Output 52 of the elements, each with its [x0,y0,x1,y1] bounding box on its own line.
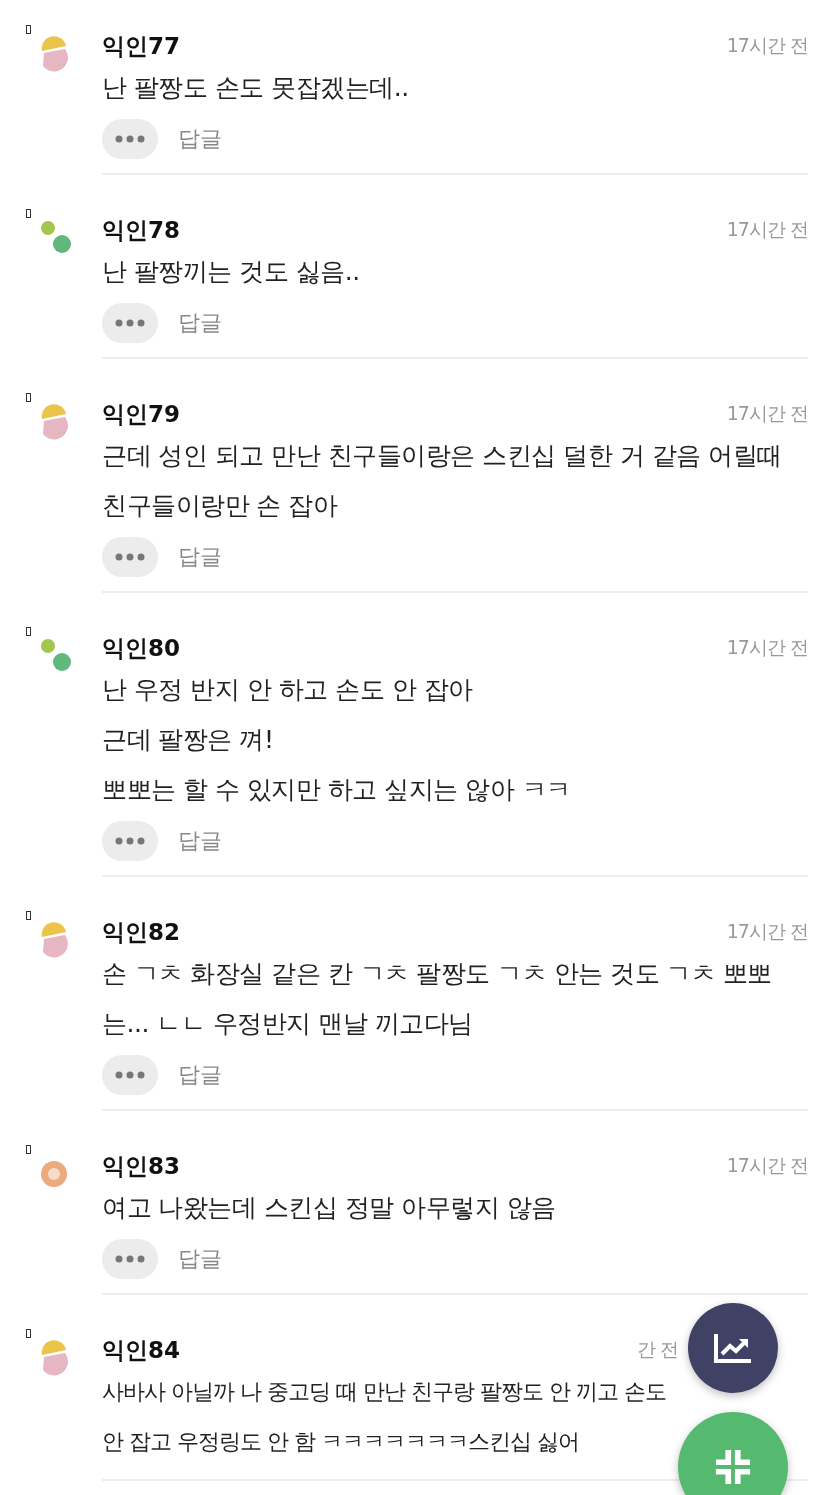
missing-glyph-icon [26,25,31,34]
timestamp: 17시간 전 [726,1153,808,1178]
author-name: 익인82 [102,917,180,947]
more-button[interactable] [102,1055,158,1095]
more-button[interactable] [102,821,158,861]
comment-text: 난 팔짱끼는 것도 싫음.. [102,256,361,288]
comment-text: 근데 팔짱은 껴! [102,724,275,756]
more-icon [114,837,146,845]
comment-text: 난 우정 반지 안 하고 손도 안 잡아 [102,674,474,706]
timestamp: 간 전 [636,1337,678,1362]
more-icon [114,319,146,327]
comment-text: 여고 나왔는데 스킨십 정말 아무렇지 않음 [102,1192,557,1224]
more-button[interactable] [102,119,158,159]
timestamp: 17시간 전 [726,217,808,242]
author-name: 익인78 [102,215,180,245]
collapse-icon [714,1448,752,1486]
timestamp: 17시간 전 [726,33,808,58]
missing-glyph-icon [26,209,31,218]
reply-link[interactable]: 답글 [178,124,222,154]
comment-text: 근데 성인 되고 만난 친구들이랑은 스킨십 덜한 거 같음 어릴때 친구들이랑만 손 잡아 [102,440,783,522]
author-name: 익인77 [102,31,180,61]
missing-glyph-icon [26,1145,31,1154]
reply-link[interactable]: 답글 [178,308,222,338]
comment-text: 난 팔짱도 손도 못잡겠는데.. [102,72,410,104]
comment-text: 뽀뽀는 할 수 있지만 하고 싶지는 않아 ㅋㅋ [102,774,572,806]
missing-glyph-icon [26,911,31,920]
collapse-button[interactable] [678,1412,788,1495]
more-button[interactable] [102,537,158,577]
author-name: 익인83 [102,1151,180,1181]
reply-link[interactable]: 답글 [178,542,222,572]
comment-text: 사바사 아닐까 나 중고딩 때 만난 친구랑 팔짱도 안 끼고 손도 안 잡고 우정링도 안 함 ㅋㅋㅋㅋㅋㅋㅋ스킨십 싫어 [102,1378,667,1456]
author-name: 익인84 [102,1335,180,1365]
comment-text: 손 ㄱㅊ 화장실 같은 칸 ㄱㅊ 팔짱도 ㄱㅊ 안는 것도 ㄱㅊ 뽀뽀는... ㄴㄴ 우정반지 맨날 끼고다님 [102,958,773,1040]
chart-icon [713,1332,753,1364]
more-icon [114,1071,146,1079]
more-button[interactable] [102,303,158,343]
more-icon [114,1255,146,1263]
reply-link[interactable]: 답글 [178,826,222,856]
timestamp: 17시간 전 [726,401,808,426]
more-icon [114,553,146,561]
reply-link[interactable]: 답글 [178,1244,222,1274]
stats-button[interactable] [688,1303,778,1393]
missing-glyph-icon [26,1329,31,1338]
timestamp: 17시간 전 [726,635,808,660]
author-name: 익인80 [102,633,180,663]
author-name: 익인79 [102,399,180,429]
timestamp: 17시간 전 [726,919,808,944]
more-button[interactable] [102,1239,158,1279]
reply-link[interactable]: 답글 [178,1060,222,1090]
missing-glyph-icon [26,627,31,636]
missing-glyph-icon [26,393,31,402]
more-icon [114,135,146,143]
